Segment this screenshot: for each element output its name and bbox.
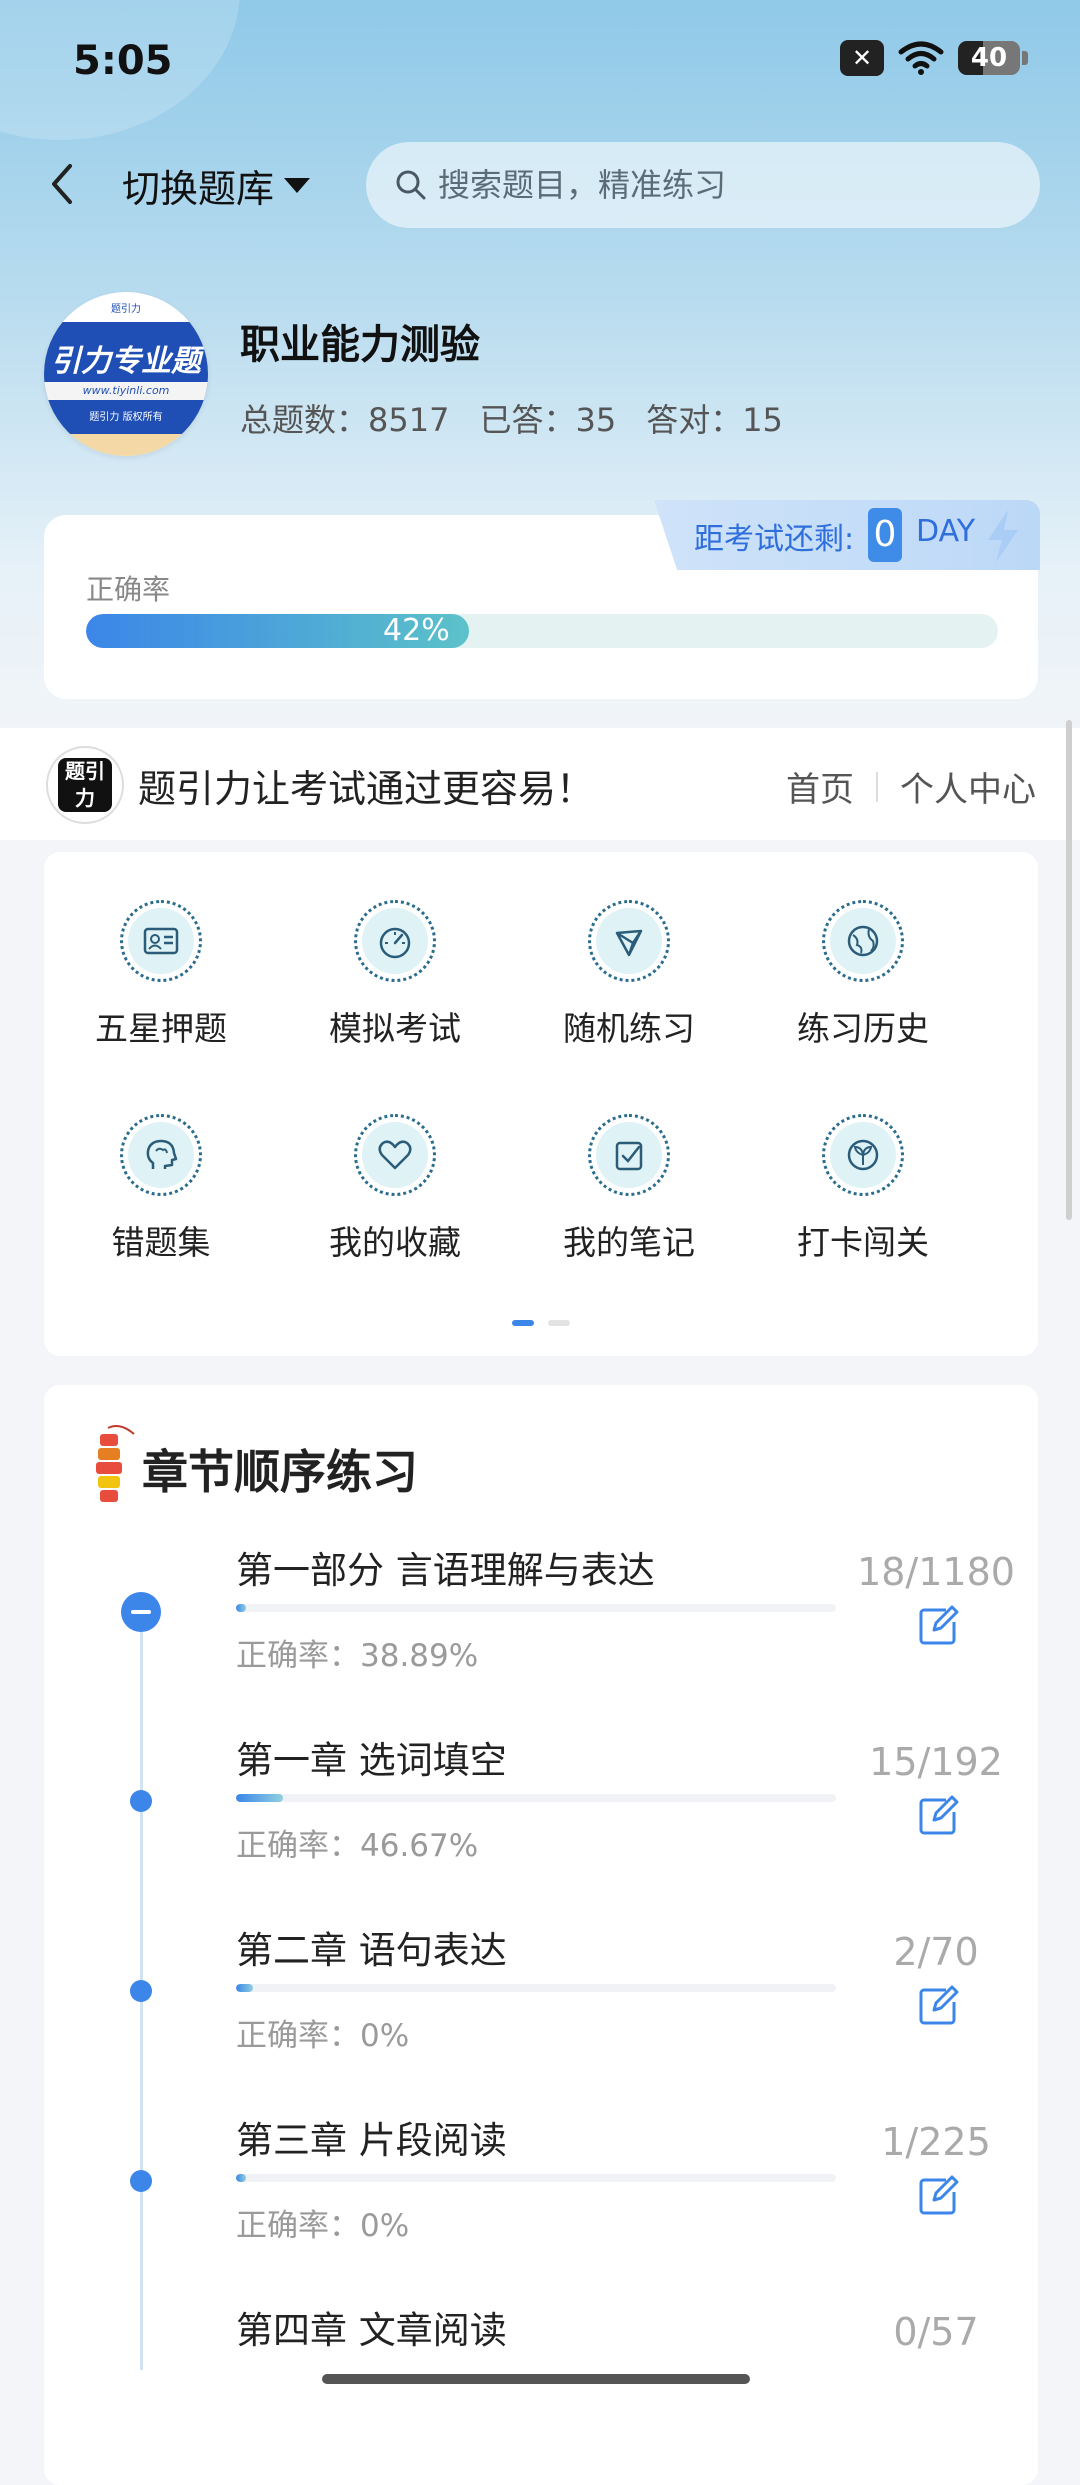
bank-title: 职业能力测验 [240,322,480,368]
chapter-count: 0/57 [893,2310,979,2354]
bank-logo: 题引力 引力专业题 www.tiyinli.com 题引力 版权所有 [44,292,208,456]
chapter-progress-bar [236,1794,836,1802]
chapter-progress-fill [236,1794,283,1802]
edit-icon[interactable] [916,1984,960,2028]
gauge-icon [379,927,411,959]
brand-logo: 题引力 [46,746,124,824]
grid-item-five-star[interactable]: 五星押题 [44,900,278,1050]
grid-item-checkin[interactable]: 打卡闯关 [746,1114,980,1264]
search-bar[interactable] [366,142,1040,228]
bank-stats: 总题数：8517 已答：35 答对：15 [240,395,783,441]
chapter-accuracy: 正确率：0% [236,2208,410,2244]
countdown-label: 距考试还剩: [694,522,855,557]
chapter-progress-fill [236,2174,246,2182]
timeline-dot [130,1980,152,2002]
edit-icon[interactable] [916,2174,960,2218]
chapter-item[interactable]: 第一部分 言语理解与表达 正确率：38.89% 18/1180 [236,1540,1036,1674]
page-dot-active [512,1320,534,1326]
network-icon [615,929,643,957]
grid-label: 我的笔记 [563,1223,695,1262]
grid-label: 五星押题 [95,1009,227,1048]
nav-profile-link[interactable]: 个人中心 [900,762,1036,811]
sprout-icon [847,1139,879,1171]
chapter-section-title: 章节顺序练习 [142,1445,418,1499]
id-card-icon [143,927,179,955]
grid-item-favorites[interactable]: 我的收藏 [278,1114,512,1264]
edit-icon[interactable] [916,1604,960,1648]
back-icon[interactable] [44,158,80,210]
banner-nav: 首页 个人中心 [786,762,1036,811]
scrollbar[interactable] [1066,720,1072,1220]
chapter-progress-bar [236,1604,836,1612]
chapter-progress-bar [236,2174,836,2182]
switch-bank-button[interactable]: 切换题库 [122,158,311,213]
chapter-item[interactable]: 第二章 语句表达 正确率：0% 2/70 [236,1920,1036,2054]
grid-label: 模拟考试 [329,1009,461,1048]
chapter-progress-fill [236,1604,246,1612]
total-count: 总题数：8517 [240,401,450,439]
chapter-accuracy: 正确率：0% [236,2018,410,2054]
firecracker-icon [96,1425,135,1502]
timeline-dot [130,1790,152,1812]
grid-item-notes[interactable]: 我的笔记 [512,1114,746,1264]
status-time: 5:05 [73,38,173,84]
answered-count: 已答：35 [479,401,617,439]
chapter-item[interactable]: 第四章 文章阅读 0/57 [236,2300,1036,2354]
battery-icon: 40 [958,41,1020,75]
slogan-banner: 题引力 题引力让考试通过更容易！ 首页 个人中心 [0,728,1080,840]
edit-icon[interactable] [916,1794,960,1838]
correct-count: 答对：15 [646,401,783,439]
search-icon [396,170,426,200]
brain-head-icon [146,1139,178,1169]
grid-item-practice-history[interactable]: 练习历史 [746,900,980,1050]
accuracy-value: 42% [383,614,450,648]
slogan-text: 题引力让考试通过更容易！ [138,767,595,811]
lightning-icon [988,510,1018,562]
notification-x-icon: ✕ [840,40,884,76]
chapter-item[interactable]: 第一章 选词填空 正确率：46.67% 15/192 [236,1730,1036,1864]
grid-label: 随机练习 [563,1009,695,1048]
grid-label: 我的收藏 [329,1223,461,1262]
chapter-count: 2/70 [893,1930,979,1974]
chapter-item[interactable]: 第三章 片段阅读 正确率：0% 1/225 [236,2110,1036,2244]
heart-icon [378,1140,412,1170]
chapter-progress-bar [236,1984,836,1992]
home-indicator[interactable] [322,2374,750,2384]
search-input[interactable] [436,165,1000,205]
page-dot [548,1320,570,1326]
grid-label: 练习历史 [797,1009,929,1048]
grid-item-wrong-questions[interactable]: 错题集 [44,1114,278,1264]
grid-label: 错题集 [111,1223,211,1262]
nav-home-link[interactable]: 首页 [786,762,854,811]
function-grid: 五星押题 模拟考试 随机练习 练习历史 错题集 我的收藏 我的笔记 打卡闯关 [44,852,1038,1356]
exam-countdown: 距考试还剩: 0 DAY [654,500,1040,570]
chapter-accuracy: 正确率：46.67% [236,1828,479,1864]
grid-label: 打卡闯关 [797,1223,929,1262]
page-indicator [44,1320,1038,1326]
chapter-count: 1/225 [881,2120,991,2164]
countdown-days: 0 [868,508,902,562]
grid-item-mock-exam[interactable]: 模拟考试 [278,900,512,1050]
wifi-icon [898,41,944,75]
caret-down-icon [284,178,311,193]
chapter-count: 18/1180 [857,1550,1015,1594]
accuracy-progress-bar: 42% [86,614,998,648]
accuracy-label: 正确率 [86,573,171,606]
chapter-count: 15/192 [869,1740,1003,1784]
note-check-icon [615,1141,643,1171]
status-icons: ✕ 40 [840,40,1028,76]
countdown-unit: DAY [916,514,976,549]
chapter-progress-fill [236,1984,254,1992]
globe-icon [847,925,879,957]
chapter-accuracy: 正确率：38.89% [236,1638,479,1674]
switch-bank-label: 切换题库 [122,167,275,211]
collapse-icon[interactable] [121,1592,161,1632]
grid-item-random-practice[interactable]: 随机练习 [512,900,746,1050]
timeline-dot [130,2170,152,2192]
